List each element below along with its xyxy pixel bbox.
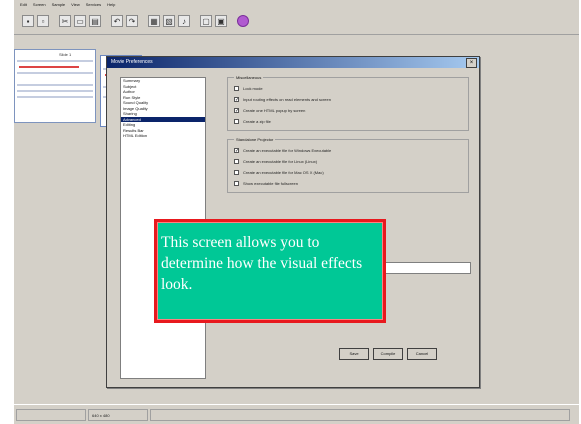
option-checkbox[interactable]: ✓ [234, 97, 239, 103]
publish-icon[interactable]: ▣ [215, 15, 227, 27]
dialog-title-bar[interactable]: Movie Preferences × [107, 57, 479, 68]
standalone-group: Standalone Projector ✓ Create an executab… [227, 137, 469, 193]
option-row[interactable]: ✓ Create an executable file for Windows E… [234, 145, 462, 156]
option-label: Create a zip file [243, 119, 271, 124]
menu-edit[interactable]: Edit [20, 0, 27, 10]
option-row[interactable]: Lock mode [234, 83, 462, 94]
compile-button[interactable]: Compile [373, 348, 403, 360]
thumbnail-bar [17, 60, 93, 62]
standalone-group-title: Standalone Projector [236, 137, 274, 142]
menu-services[interactable]: Services [86, 0, 101, 10]
redo-icon[interactable]: ↷ [126, 15, 138, 27]
toolbar-separator [52, 15, 56, 27]
status-size: 640 x 480 [88, 409, 148, 421]
copy-icon[interactable]: ▭ [74, 15, 86, 27]
status-spacer [150, 409, 570, 421]
option-label: Create an executable file for Windows Ex… [243, 148, 332, 153]
slide-thumbnail[interactable]: Slide 1 [14, 49, 96, 123]
thumbnail-bar [19, 66, 79, 68]
option-checkbox[interactable] [234, 119, 239, 124]
paste-icon[interactable]: ▤ [89, 15, 101, 27]
thumbnail-bar [17, 90, 93, 92]
save-button[interactable]: Save [339, 348, 369, 360]
thumbnail-bar [17, 96, 93, 98]
option-checkbox[interactable] [234, 170, 239, 175]
option-row[interactable]: Show executable file fullscreen [234, 178, 462, 189]
option-label: Show executable file fullscreen [243, 181, 298, 186]
status-bar: 640 x 480 [14, 404, 579, 424]
toolbar-separator [230, 15, 234, 27]
option-label: Input routing effects on read elements a… [243, 97, 331, 102]
option-row[interactable]: Create an executable file for Linux (Lin… [234, 156, 462, 167]
thumbnail-bar [17, 72, 93, 74]
option-label: Create an executable file for Linux (Lin… [243, 159, 318, 164]
dialog-title: Movie Preferences [111, 59, 153, 65]
help-icon[interactable] [237, 15, 249, 27]
insert-icon[interactable]: ▦ [148, 15, 160, 27]
menu-help[interactable]: Help [107, 0, 115, 10]
thumbnail-bar [17, 84, 93, 86]
option-row[interactable]: Create a zip file [234, 116, 462, 127]
new-icon[interactable]: ▪ [22, 15, 34, 27]
option-row[interactable]: ✓ Create one HTML popup by screen [234, 105, 462, 116]
option-label: Lock mode [243, 86, 263, 91]
preview-icon[interactable]: ▢ [200, 15, 212, 27]
toolbar-separator [141, 15, 145, 27]
callout-text: This screen allows you to determine how … [161, 234, 363, 293]
menu-view[interactable]: View [71, 0, 80, 10]
toolbar-separator [193, 15, 197, 27]
misc-group: Miscellaneous Lock mode ✓ Input routing ef… [227, 75, 469, 131]
standalone-options: ✓ Create an executable file for Windows E… [234, 145, 462, 189]
misc-group-title: Miscellaneous [236, 75, 262, 80]
slide-caption: Slide 1 [59, 52, 72, 57]
dialog-button-row: Save Compile Cancel [339, 348, 437, 360]
toolbar: ▪ ▫ ✂ ▭ ▤ ↶ ↷ ▦ ▧ ♪ ▢ ▣ [14, 10, 579, 32]
option-checkbox[interactable]: ✓ [234, 108, 239, 114]
option-row[interactable]: Create an executable file for Mac OS X (… [234, 167, 462, 178]
option-label: Create an executable file for Mac OS X (… [243, 170, 324, 175]
menu-bar: Edit Screen Sample View Services Help [14, 0, 579, 10]
audio-icon[interactable]: ♪ [178, 15, 190, 27]
option-checkbox[interactable] [234, 159, 239, 164]
save-icon[interactable]: ▫ [37, 15, 49, 27]
settings-panel: Miscellaneous Lock mode ✓ Input routing ef… [227, 75, 469, 199]
option-checkbox[interactable] [234, 86, 239, 91]
cancel-button[interactable]: Cancel [407, 348, 437, 360]
toolbar-separator [104, 15, 108, 27]
tutorial-callout: This screen allows you to determine how … [154, 219, 386, 323]
option-checkbox[interactable]: ✓ [234, 148, 239, 154]
close-icon[interactable]: × [466, 58, 477, 68]
status-left [16, 409, 86, 421]
cut-icon[interactable]: ✂ [59, 15, 71, 27]
app-frame: Edit Screen Sample View Services Help ▪ … [0, 0, 581, 424]
option-row[interactable]: ✓ Input routing effects on read elements … [234, 94, 462, 105]
image-icon[interactable]: ▧ [163, 15, 175, 27]
menu-screen[interactable]: Screen [33, 0, 46, 10]
undo-icon[interactable]: ↶ [111, 15, 123, 27]
option-label: Create one HTML popup by screen [243, 108, 306, 113]
application-window: Edit Screen Sample View Services Help ▪ … [14, 0, 579, 424]
menu-sample[interactable]: Sample [52, 0, 66, 10]
nav-item[interactable]: HTML Edition [121, 133, 205, 139]
misc-options: Lock mode ✓ Input routing effects on read … [234, 83, 462, 127]
option-checkbox[interactable] [234, 181, 239, 186]
